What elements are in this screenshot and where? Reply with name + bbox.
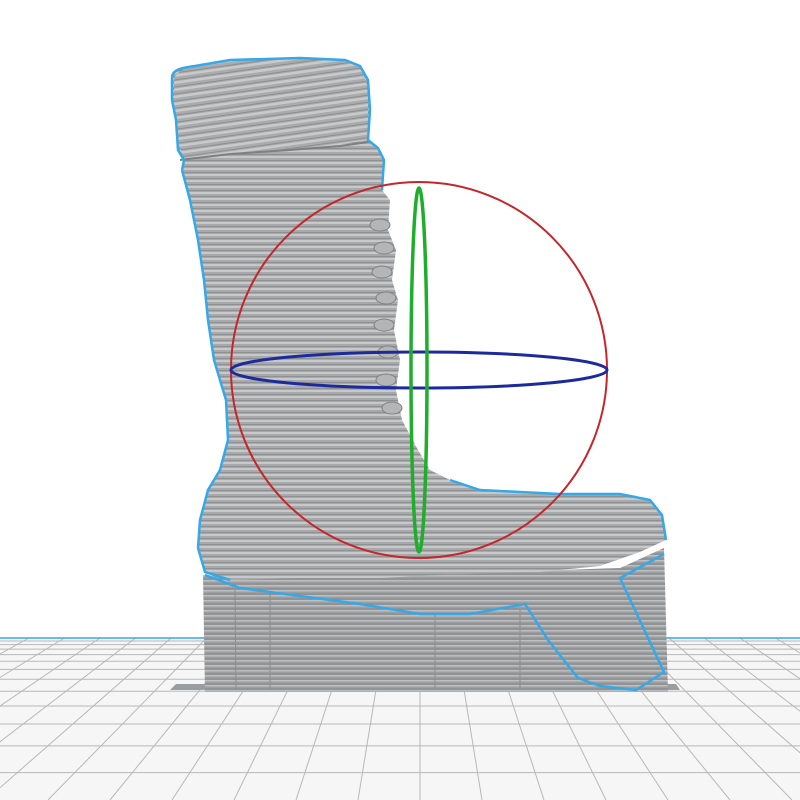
3d-viewport[interactable] xyxy=(0,0,800,800)
viewport-scene xyxy=(0,56,800,800)
boot-3d-model[interactable] xyxy=(170,56,680,692)
